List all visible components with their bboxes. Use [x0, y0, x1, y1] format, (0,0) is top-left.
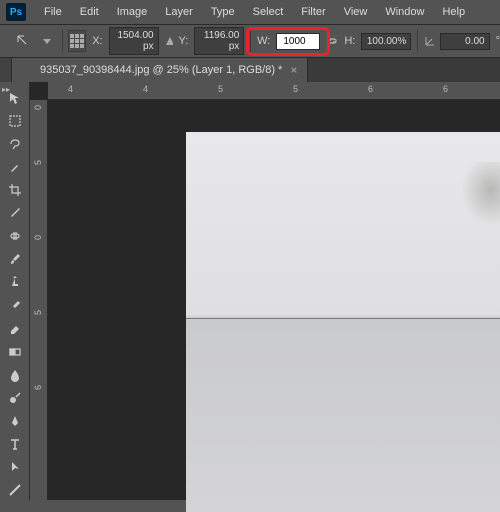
- angle-value[interactable]: 0.00: [440, 33, 490, 50]
- h-label: H:: [344, 35, 355, 47]
- app-logo[interactable]: Ps: [6, 3, 26, 21]
- crop-tool[interactable]: [3, 180, 27, 199]
- menu-file[interactable]: File: [36, 2, 70, 22]
- menu-filter[interactable]: Filter: [293, 2, 333, 22]
- ruler-tick: 5: [218, 84, 223, 94]
- menu-image[interactable]: Image: [109, 2, 156, 22]
- eraser-tool[interactable]: [3, 319, 27, 338]
- degree-label: °: [496, 35, 500, 47]
- lasso-tool[interactable]: [3, 134, 27, 153]
- close-icon[interactable]: ×: [290, 63, 297, 77]
- ruler-tick: 4: [68, 84, 73, 94]
- path-selection-tool[interactable]: [3, 458, 27, 477]
- menu-help[interactable]: Help: [434, 2, 473, 22]
- ruler-tick: 0: [33, 105, 43, 110]
- ruler-tick: 5: [33, 160, 43, 165]
- ruler-tick: 6: [33, 385, 43, 390]
- vertical-ruler[interactable]: 0 5 0 5 6: [30, 100, 48, 500]
- w-label: W:: [257, 35, 270, 47]
- menu-type[interactable]: Type: [203, 2, 243, 22]
- reference-point-grid[interactable]: [68, 30, 86, 52]
- menu-view[interactable]: View: [336, 2, 376, 22]
- ruler-tick: 6: [368, 84, 373, 94]
- tool-preset-picker[interactable]: [14, 30, 32, 52]
- eyedropper-tool[interactable]: [3, 204, 27, 223]
- menu-window[interactable]: Window: [377, 2, 432, 22]
- h-value[interactable]: 100.00%: [361, 33, 411, 50]
- canvas-area[interactable]: [48, 100, 500, 500]
- menu-select[interactable]: Select: [245, 2, 292, 22]
- expand-toolbar-icon[interactable]: ▸▸: [2, 85, 10, 94]
- ruler-tick: 5: [293, 84, 298, 94]
- document-tab-row: 935037_90398444.jpg @ 25% (Layer 1, RGB/…: [30, 58, 500, 82]
- image-content[interactable]: [186, 132, 500, 512]
- delta-icon: [165, 36, 173, 46]
- healing-brush-tool[interactable]: [3, 227, 27, 246]
- marquee-tool[interactable]: [3, 111, 27, 130]
- ruler-tick: 6: [443, 84, 448, 94]
- brush-tool[interactable]: [3, 250, 27, 269]
- x-value[interactable]: 1504.00 px: [109, 27, 159, 55]
- workspace: 4 4 5 5 6 6 0 5 0 5 6: [30, 82, 500, 500]
- blur-tool[interactable]: [3, 365, 27, 384]
- ruler-tick: 0: [33, 235, 43, 240]
- menu-bar: Ps File Edit Image Layer Type Select Fil…: [0, 0, 500, 24]
- x-label: X:: [92, 35, 102, 47]
- gradient-tool[interactable]: [3, 342, 27, 361]
- pen-tool[interactable]: [3, 412, 27, 431]
- dropdown-icon[interactable]: [38, 30, 56, 52]
- clone-stamp-tool[interactable]: [3, 273, 27, 292]
- document-tab[interactable]: 935037_90398444.jpg @ 25% (Layer 1, RGB/…: [30, 58, 308, 82]
- y-value[interactable]: 1196.00 px: [194, 27, 244, 55]
- link-icon[interactable]: [326, 34, 338, 48]
- ruler-tick: 5: [33, 310, 43, 315]
- history-brush-tool[interactable]: [3, 296, 27, 315]
- y-label: Y:: [179, 35, 189, 47]
- dodge-tool[interactable]: [3, 388, 27, 407]
- menu-edit[interactable]: Edit: [72, 2, 107, 22]
- collapsed-panel-strip[interactable]: [0, 58, 12, 82]
- horizontal-ruler[interactable]: 4 4 5 5 6 6: [48, 82, 500, 100]
- options-bar: X: 1504.00 px Y: 1196.00 px W: 1000 H: 1…: [0, 24, 500, 58]
- document-tab-title: 935037_90398444.jpg @ 25% (Layer 1, RGB/…: [40, 64, 282, 76]
- menu-layer[interactable]: Layer: [157, 2, 201, 22]
- magic-wand-tool[interactable]: [3, 157, 27, 176]
- type-tool[interactable]: [3, 435, 27, 454]
- ruler-tick: 4: [143, 84, 148, 94]
- w-input[interactable]: 1000: [276, 33, 320, 50]
- angle-icon: [424, 35, 433, 47]
- tools-panel: [0, 82, 30, 500]
- line-tool[interactable]: [3, 481, 27, 500]
